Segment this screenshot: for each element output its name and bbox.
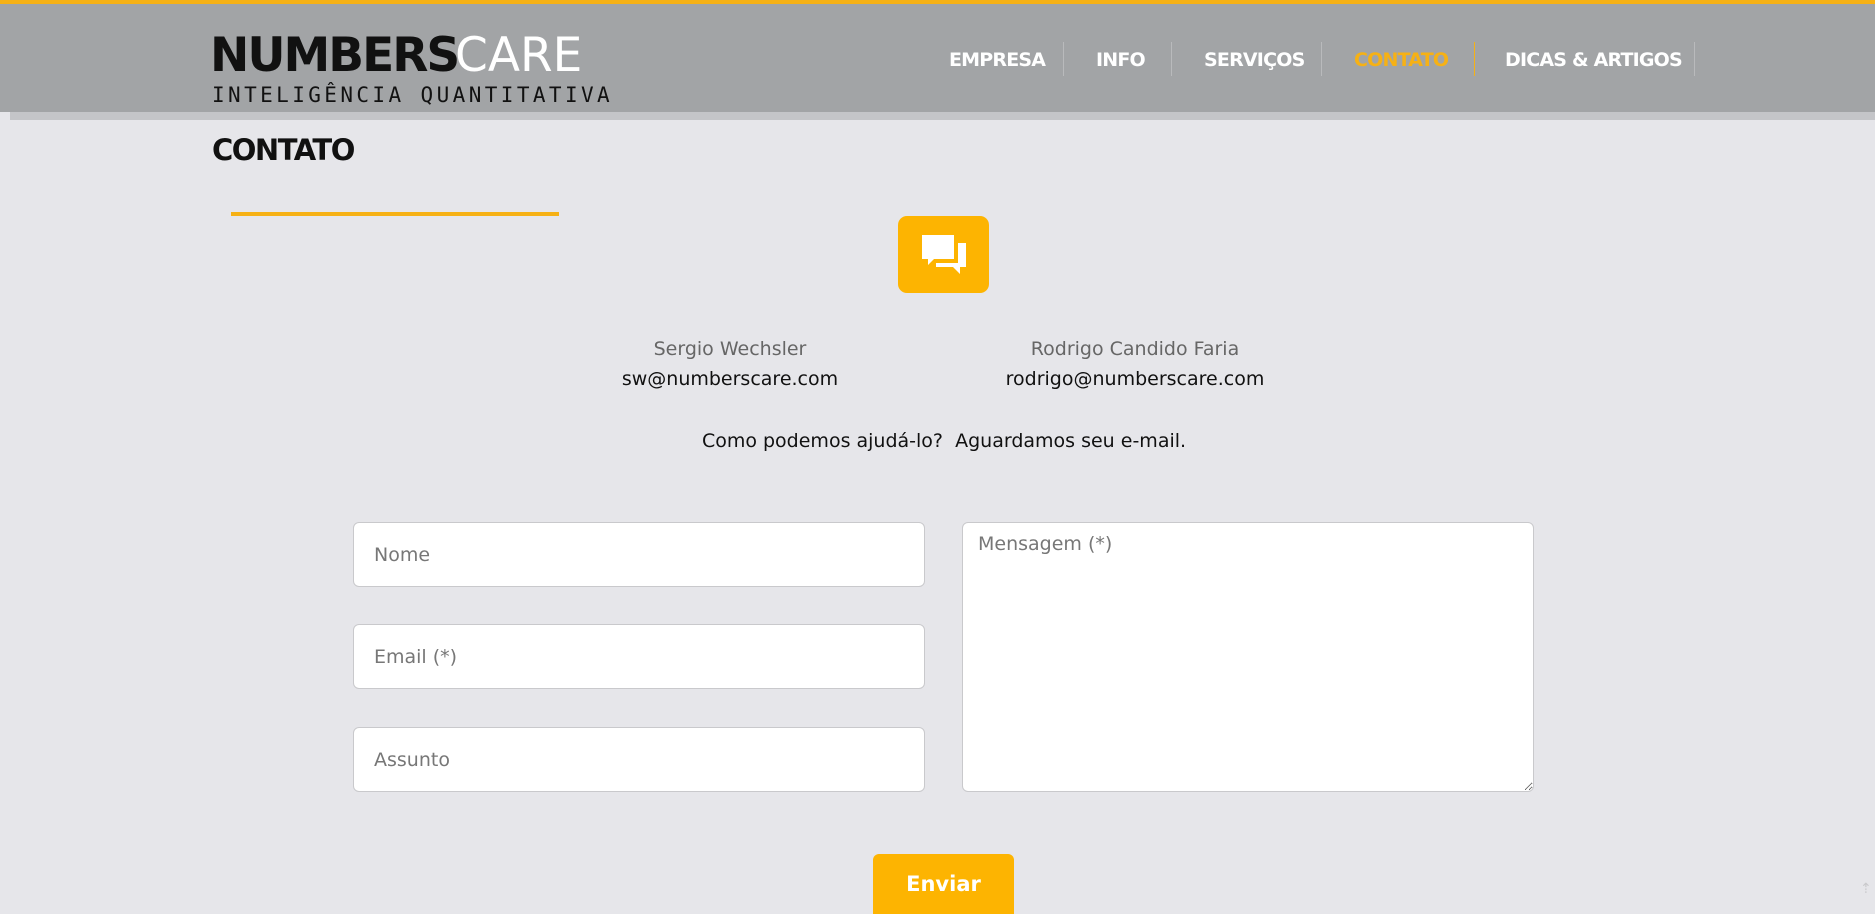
contact-card-rodrigo: Rodrigo Candido Faria rodrigo@numberscar… (975, 334, 1295, 394)
title-underline (231, 212, 559, 216)
nav-separator (1063, 42, 1064, 76)
send-button[interactable]: Enviar (873, 854, 1014, 914)
help-text: Como podemos ajudá-lo? Aguardamos seu e-… (701, 430, 1187, 452)
chat-bubbles-icon (922, 235, 966, 274)
nav-separator (1321, 42, 1322, 76)
nav-separator (1171, 42, 1172, 76)
contact-email[interactable]: sw@numberscare.com (600, 364, 860, 394)
email-input[interactable] (353, 624, 925, 689)
site-header: NUMBERS CARE INTELIGÊNCIA QUANTITATIVA E… (0, 4, 1875, 112)
message-textarea[interactable] (962, 522, 1534, 792)
arrow-up-icon[interactable]: ⇡ (1860, 882, 1872, 896)
contact-email[interactable]: rodrigo@numberscare.com (975, 364, 1295, 394)
nav-separator-active (1474, 42, 1475, 76)
logo-tagline: INTELIGÊNCIA QUANTITATIVA (212, 83, 614, 107)
nav-item-info[interactable]: INFO (1096, 42, 1146, 78)
nav-item-contato[interactable]: CONTATO (1354, 42, 1449, 78)
name-input[interactable] (353, 522, 925, 587)
page-title: CONTATO (212, 133, 355, 167)
nav-item-dicas-artigos[interactable]: DICAS & ARTIGOS (1505, 42, 1683, 78)
header-shadow (10, 112, 1875, 120)
nav-item-empresa[interactable]: EMPRESA (949, 42, 1046, 78)
contact-card-sergio: Sergio Wechsler sw@numberscare.com (600, 334, 860, 394)
main-nav: EMPRESA INFO SERVIÇOS CONTATO DICAS & AR… (0, 42, 1875, 78)
contact-name: Sergio Wechsler (653, 338, 807, 360)
nav-separator (1694, 42, 1695, 76)
nav-item-servicos[interactable]: SERVIÇOS (1204, 42, 1305, 78)
chat-badge (898, 216, 989, 293)
contact-name: Rodrigo Candido Faria (1030, 338, 1240, 360)
subject-input[interactable] (353, 727, 925, 792)
